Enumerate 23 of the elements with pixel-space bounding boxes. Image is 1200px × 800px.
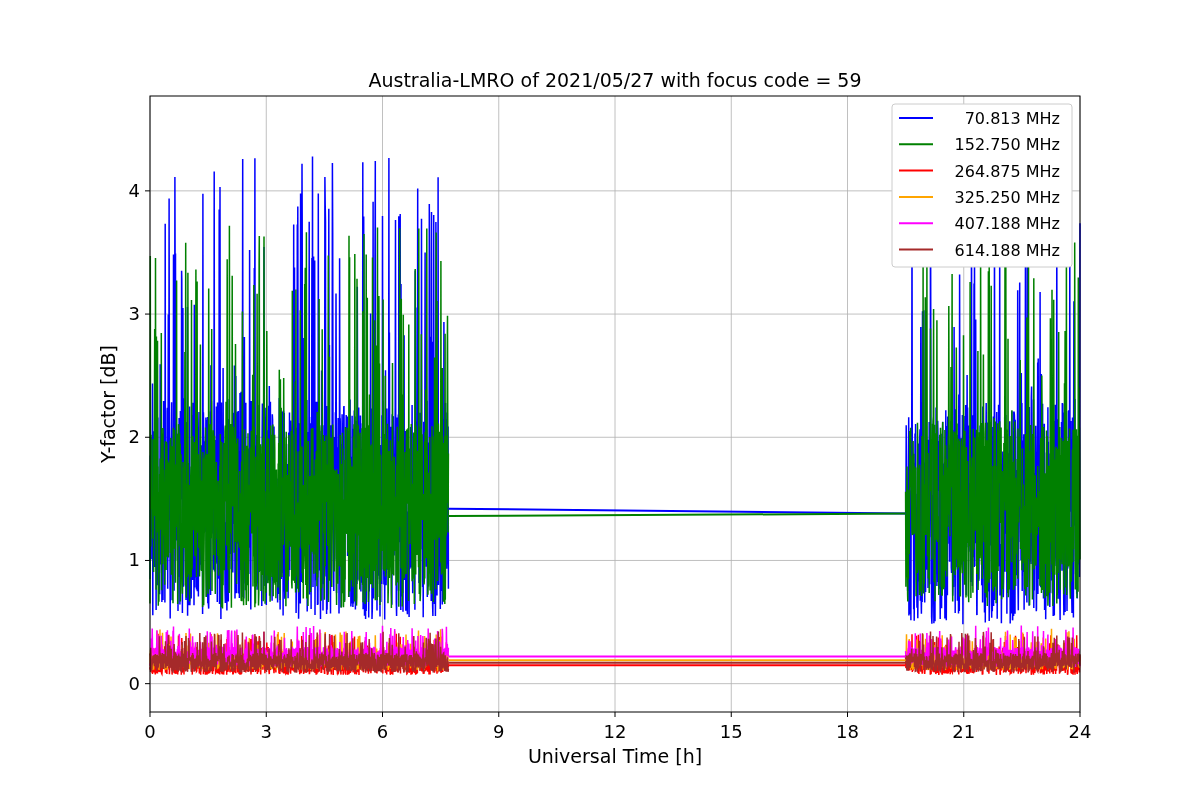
y-tick-label: 3 [128,303,140,325]
x-tick-label: 18 [836,721,859,742]
legend-label: 264.875 MHz [954,161,1060,181]
y-tick-label: 2 [128,426,140,448]
y-tick-label: 1 [128,549,140,571]
x-tick-label: 6 [376,721,389,742]
x-tick-label: 0 [144,721,156,742]
legend-label: 152.750 MHz [954,135,1060,155]
x-axis-label: Universal Time [h] [527,745,703,767]
x-tick-label: 9 [493,721,505,742]
x-tick-label: 21 [952,721,976,742]
x-tick-label: 12 [603,721,627,742]
x-tick-label: 24 [1068,721,1092,742]
x-tick-label: 15 [719,721,743,742]
x-tick-label: 3 [260,721,272,742]
y-tick-label: 0 [128,672,140,694]
legend-label: 70.813 MHz [964,109,1060,128]
chart-title: Australia-LMRO of 2021/05/27 with focus code = 59 [368,69,862,91]
y-tick-label: 4 [128,179,140,201]
legend-label: 614.188 MHz [954,240,1060,260]
legend-label: 325.250 MHz [954,187,1060,207]
legend-label: 407.188 MHz [954,214,1060,234]
y-axis-label: Y-factor [dB] [97,345,119,463]
